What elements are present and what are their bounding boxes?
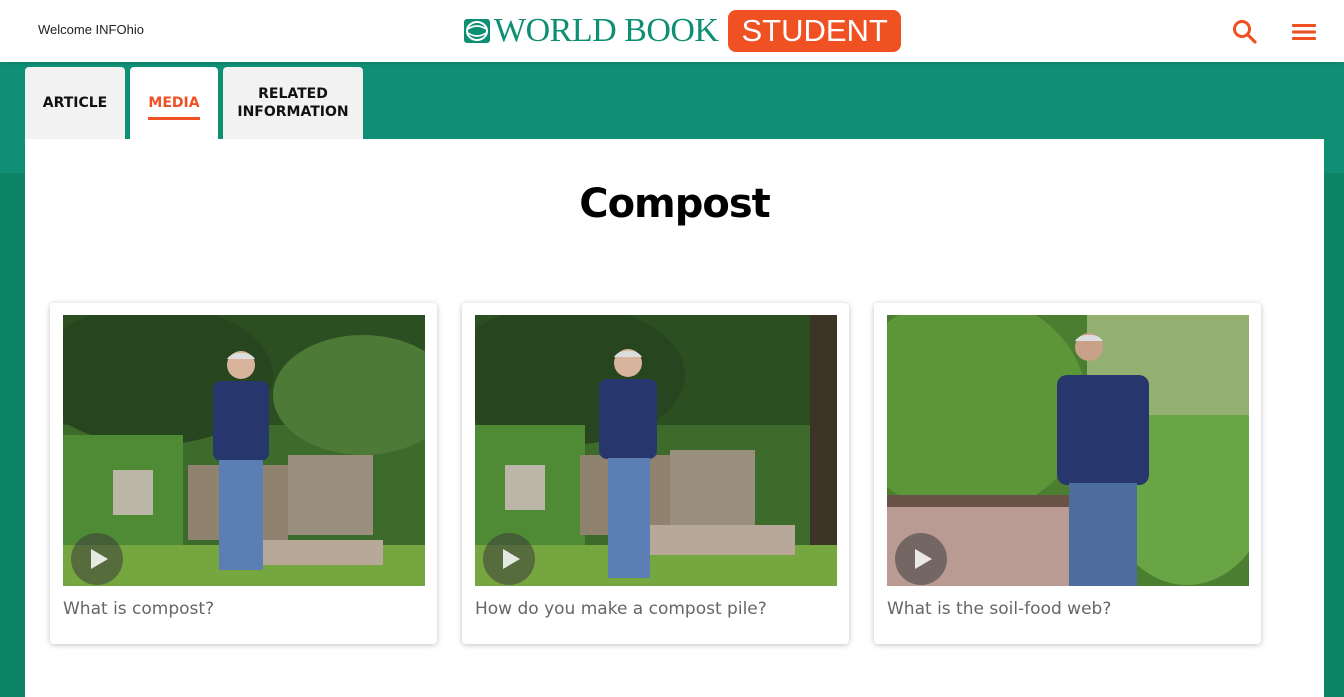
welcome-text: Welcome INFOhio [38, 22, 144, 37]
tab-related-label-line2: INFORMATION [237, 104, 349, 120]
top-bar: Welcome INFOhio WORLD BOOK STUDENT [0, 0, 1344, 62]
video-thumbnail [475, 315, 837, 586]
tab-article[interactable]: ARTICLE [25, 67, 125, 139]
logo-text: WORLD BOOK [494, 12, 719, 49]
world-book-student-logo[interactable]: WORLD BOOK STUDENT [463, 8, 901, 54]
video-caption: What is the soil-food web? [887, 599, 1112, 619]
media-panel: Compost What is compost? How do you make… [25, 139, 1324, 697]
video-card[interactable]: What is the soil-food web? [874, 303, 1261, 644]
video-caption: What is compost? [63, 599, 215, 619]
student-badge: STUDENT [728, 10, 901, 52]
play-icon[interactable] [895, 533, 947, 585]
tab-media-label: MEDIA [148, 95, 200, 120]
search-icon [1233, 20, 1257, 44]
video-caption: How do you make a compost pile? [475, 599, 767, 619]
video-thumbnail [63, 315, 425, 586]
tab-related-information[interactable]: RELATED INFORMATION [223, 67, 363, 139]
globe-logo-icon [464, 19, 490, 43]
search-button[interactable] [1231, 18, 1259, 46]
tab-related-label-line1: RELATED [258, 86, 328, 102]
play-icon[interactable] [71, 533, 123, 585]
video-thumbnail [887, 315, 1249, 586]
tab-article-label: ARTICLE [42, 95, 108, 111]
page-title: Compost [579, 181, 771, 227]
hamburger-menu-icon [1292, 24, 1316, 40]
video-card[interactable]: What is compost? [50, 303, 437, 644]
video-card[interactable]: How do you make a compost pile? [462, 303, 849, 644]
menu-button[interactable] [1290, 18, 1318, 46]
play-icon[interactable] [483, 533, 535, 585]
tab-media[interactable]: MEDIA [130, 67, 218, 139]
